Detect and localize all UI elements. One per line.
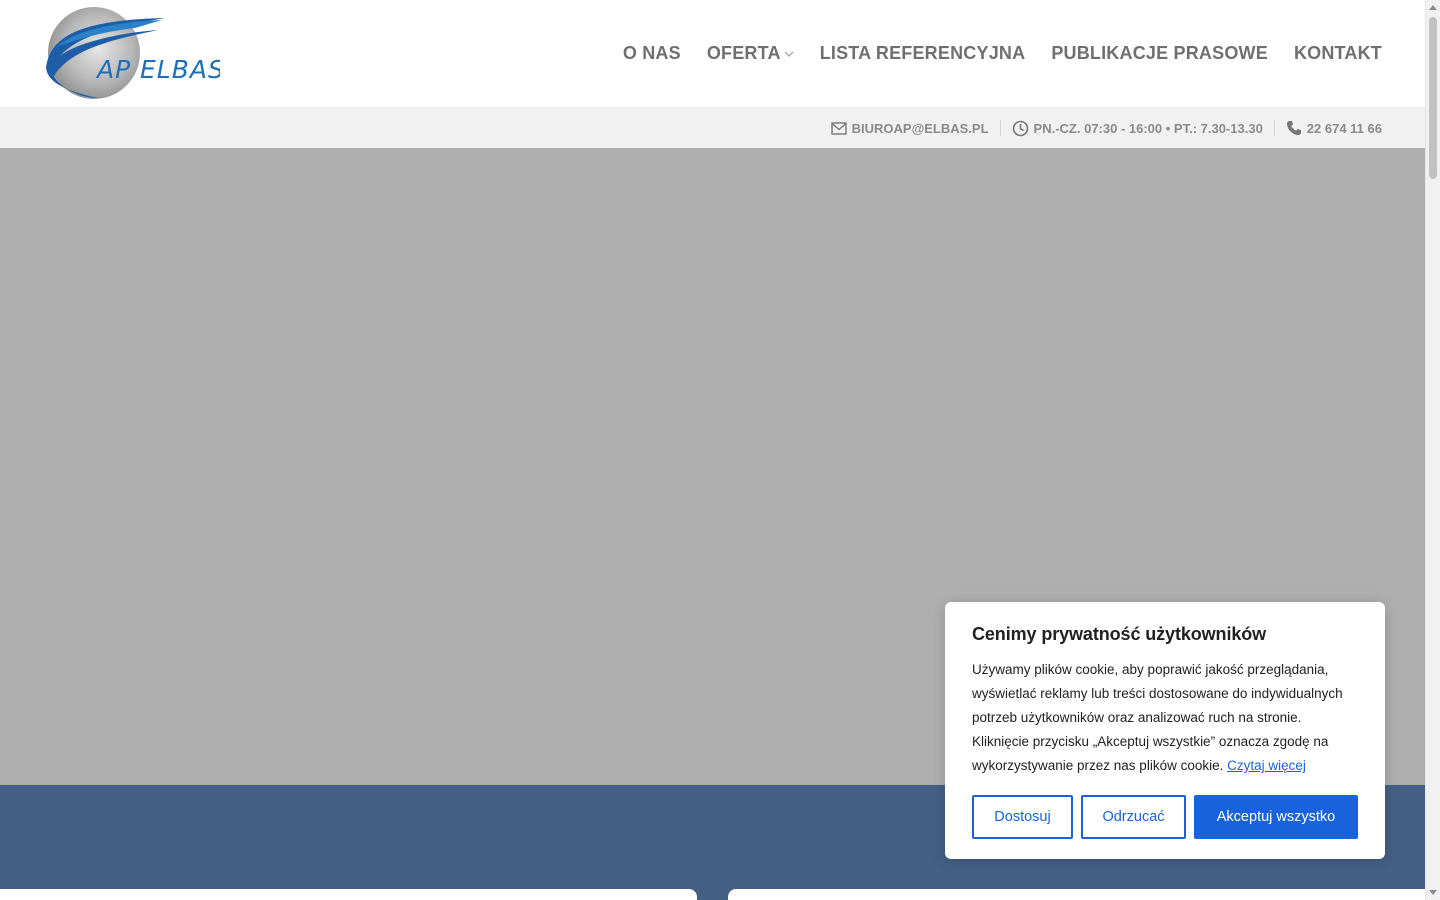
email-link[interactable]: BIUROAP@ELBAS.PL xyxy=(830,120,989,136)
customize-button[interactable]: Dostosuj xyxy=(972,795,1073,839)
section-notch xyxy=(697,889,728,900)
nav-item-oferta[interactable]: OFERTA xyxy=(707,43,794,64)
phone-text: 22 674 11 66 xyxy=(1306,120,1382,136)
nav-item-label: O NAS xyxy=(622,43,681,63)
nav-item-o-nas[interactable]: O NAS xyxy=(623,43,681,64)
scrollbar-thumb[interactable] xyxy=(1429,17,1437,179)
reject-button[interactable]: Odrzucać xyxy=(1081,795,1186,839)
phone-icon xyxy=(1286,121,1301,135)
envelope-icon xyxy=(830,121,847,135)
read-more-link[interactable]: Czytaj więcej xyxy=(1227,758,1306,773)
cookie-title: Cenimy prywatność użytkowników xyxy=(972,624,1267,644)
divider xyxy=(1273,120,1275,136)
divider xyxy=(999,120,1001,136)
email-text: BIUROAP@ELBAS.PL xyxy=(851,120,989,136)
svg-text:AP: AP xyxy=(95,55,131,84)
chevron-down-icon xyxy=(784,51,794,57)
site-header: AP ELBAS O NAS OFERTA LISTA REFERENCYJNA… xyxy=(0,0,1425,107)
nav-item-label: KONTAKT xyxy=(1293,43,1382,63)
main-nav: O NAS OFERTA LISTA REFERENCYJNA PUBLIKAC… xyxy=(623,0,1382,107)
nav-item-label: LISTA REFERENCYJNA xyxy=(819,43,1026,63)
cookie-body-text: Używamy plików cookie, aby poprawić jako… xyxy=(972,662,1343,773)
phone-link[interactable]: 22 674 11 66 xyxy=(1286,120,1382,136)
svg-text:ELBAS: ELBAS xyxy=(140,55,220,84)
content-card-left xyxy=(0,889,697,900)
hours-text: PN.-CZ. 07:30 - 16:00 • PT.: 7.30-13.30 xyxy=(1033,120,1263,136)
opening-hours: PN.-CZ. 07:30 - 16:00 • PT.: 7.30-13.30 xyxy=(1012,120,1263,137)
nav-item-label: PUBLIKACJE PRASOWE xyxy=(1051,43,1268,63)
cookie-body: Używamy plików cookie, aby poprawić jako… xyxy=(972,658,1358,778)
nav-item-lista-referencyjna[interactable]: LISTA REFERENCYJNA xyxy=(820,43,1026,64)
content-card-right xyxy=(728,889,1425,900)
scroll-up-arrow-icon[interactable] xyxy=(1429,5,1437,10)
cookie-consent-dialog: Cenimy prywatność użytkowników Używamy p… xyxy=(945,602,1385,859)
accept-all-button[interactable]: Akceptuj wszystko xyxy=(1194,795,1358,839)
ap-elbas-logo[interactable]: AP ELBAS xyxy=(40,6,224,102)
clock-icon xyxy=(1012,120,1028,136)
nav-item-label: OFERTA xyxy=(706,43,781,63)
cookie-buttons: Dostosuj Odrzucać Akceptuj wszystko xyxy=(972,795,1358,839)
scroll-down-arrow-icon[interactable] xyxy=(1429,890,1437,895)
nav-item-publikacje-prasowe[interactable]: PUBLIKACJE PRASOWE xyxy=(1051,43,1268,64)
nav-item-kontakt[interactable]: KONTAKT xyxy=(1294,43,1382,64)
page-scrollbar[interactable] xyxy=(1425,0,1440,900)
contact-bar: BIUROAP@ELBAS.PL PN.-CZ. 07:30 - 16:00 •… xyxy=(0,107,1425,148)
